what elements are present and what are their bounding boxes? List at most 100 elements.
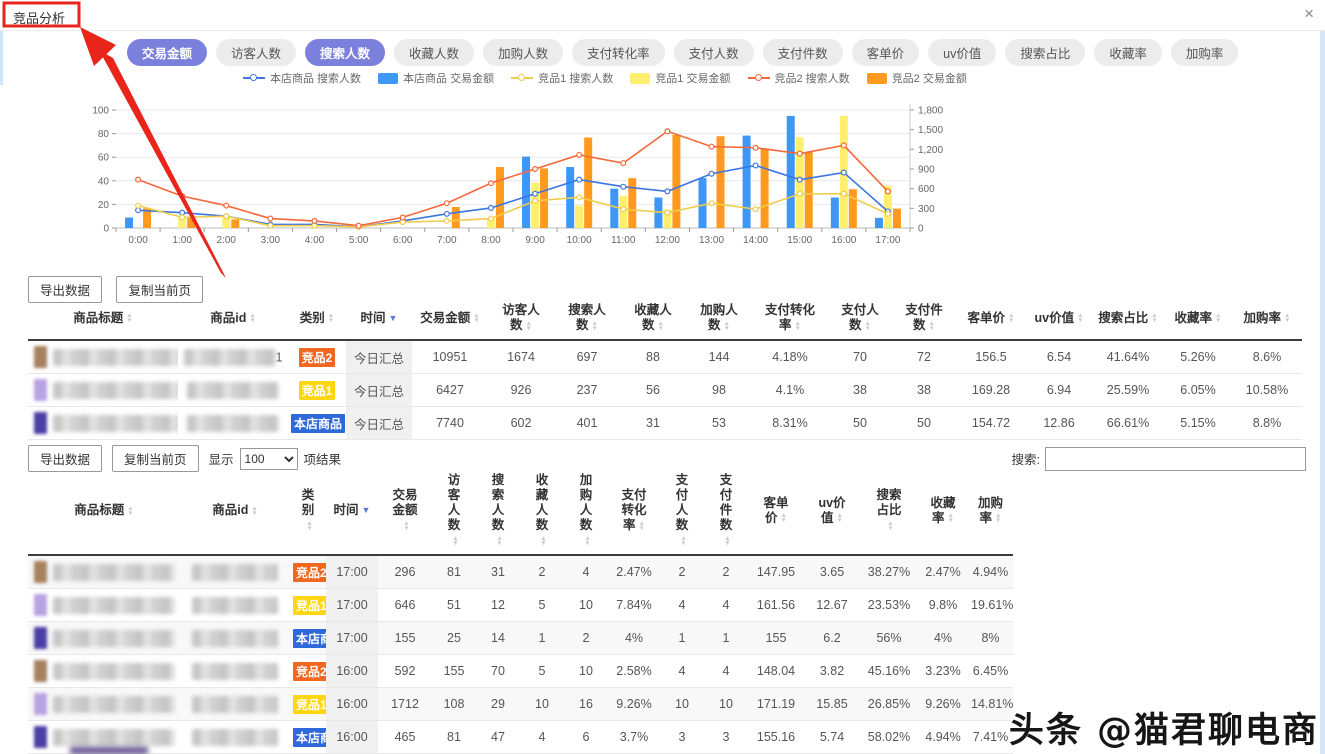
column-header-t2-14[interactable]: 搜索占比▲▼ bbox=[860, 467, 918, 555]
column-header-t1-1[interactable]: 商品id▲▼ bbox=[178, 297, 288, 340]
legend-label: 竞品2 搜索人数 bbox=[775, 70, 850, 86]
close-icon[interactable]: × bbox=[1304, 5, 1314, 23]
sort-icon[interactable]: ▲▼ bbox=[639, 521, 645, 531]
sort-icon[interactable]: ▲▼ bbox=[680, 536, 686, 546]
column-header-t2-8[interactable]: 加购人数▲▼ bbox=[564, 467, 608, 555]
sort-icon[interactable]: ▲▼ bbox=[473, 313, 479, 323]
sort-icon[interactable]: ▲▼ bbox=[1008, 313, 1014, 323]
svg-text:8:00: 8:00 bbox=[481, 235, 501, 246]
sort-icon[interactable]: ▲▼ bbox=[127, 506, 133, 516]
column-header-t2-13[interactable]: uv价值▲▼ bbox=[804, 467, 860, 555]
tab-1[interactable]: 访客人数 bbox=[216, 39, 296, 66]
sort-desc-icon[interactable]: ▼ bbox=[362, 505, 371, 515]
column-header-t1-14[interactable]: 搜索占比▲▼ bbox=[1092, 297, 1164, 340]
column-header-t1-10[interactable]: 支付人数▲▼ bbox=[828, 297, 892, 340]
legend-item-3[interactable]: 竞品1 交易金额 bbox=[630, 70, 730, 86]
line-marker-icon bbox=[243, 77, 265, 79]
column-header-t2-12[interactable]: 客单价▲▼ bbox=[748, 467, 804, 555]
tab-10[interactable]: 搜索占比 bbox=[1005, 39, 1085, 66]
data-cell: 6427 bbox=[412, 374, 488, 407]
product-id-suffix: 1 bbox=[276, 350, 283, 364]
sort-icon[interactable]: ▲▼ bbox=[1077, 313, 1083, 323]
redacted-product-title bbox=[53, 696, 175, 713]
column-header-t2-1[interactable]: 商品id▲▼ bbox=[180, 467, 290, 555]
column-header-t2-4[interactable]: 交易金额▲▼ bbox=[378, 467, 432, 555]
sort-icon[interactable]: ▲▼ bbox=[658, 321, 664, 331]
tab-4[interactable]: 加购人数 bbox=[483, 39, 563, 66]
sort-icon[interactable]: ▲▼ bbox=[526, 321, 532, 331]
sort-icon[interactable]: ▲▼ bbox=[126, 313, 132, 323]
sort-icon[interactable]: ▲▼ bbox=[584, 536, 590, 546]
tab-7[interactable]: 支付件数 bbox=[763, 39, 843, 66]
column-header-t1-12[interactable]: 客单价▲▼ bbox=[956, 297, 1026, 340]
tab-2[interactable]: 搜索人数 bbox=[305, 39, 385, 66]
sort-icon[interactable]: ▲▼ bbox=[837, 513, 843, 523]
scrollbar[interactable] bbox=[1320, 31, 1325, 754]
column-header-t2-7[interactable]: 收藏人数▲▼ bbox=[520, 467, 564, 555]
column-header-t1-15[interactable]: 收藏率▲▼ bbox=[1164, 297, 1232, 340]
column-header-t1-11[interactable]: 支付件数▲▼ bbox=[892, 297, 956, 340]
legend-item-4[interactable]: 竞品2 搜索人数 bbox=[748, 70, 850, 86]
sort-icon[interactable]: ▲▼ bbox=[328, 313, 334, 323]
sort-icon[interactable]: ▲▼ bbox=[887, 521, 893, 531]
tab-6[interactable]: 支付人数 bbox=[674, 39, 754, 66]
column-header-t2-11[interactable]: 支付件数▲▼ bbox=[704, 467, 748, 555]
tab-8[interactable]: 客单价 bbox=[852, 39, 920, 66]
column-header-t2-15[interactable]: 收藏率▲▼ bbox=[918, 467, 968, 555]
sort-icon[interactable]: ▲▼ bbox=[865, 321, 871, 331]
sort-icon[interactable]: ▲▼ bbox=[781, 513, 787, 523]
page-title: 竞品分析 bbox=[13, 8, 65, 27]
sort-icon[interactable]: ▲▼ bbox=[403, 521, 409, 531]
legend-item-5[interactable]: 竞品2 交易金额 bbox=[867, 70, 967, 86]
sort-icon[interactable]: ▲▼ bbox=[929, 321, 935, 331]
sort-icon[interactable]: ▲▼ bbox=[496, 536, 502, 546]
column-header-t1-16[interactable]: 加购率▲▼ bbox=[1232, 297, 1302, 340]
column-header-t2-5[interactable]: 访客人数▲▼ bbox=[432, 467, 476, 555]
column-header-t2-0[interactable]: 商品标题▲▼ bbox=[28, 467, 180, 555]
sort-icon[interactable]: ▲▼ bbox=[452, 536, 458, 546]
sort-icon[interactable]: ▲▼ bbox=[724, 321, 730, 331]
tab-11[interactable]: 收藏率 bbox=[1094, 39, 1162, 66]
sort-icon[interactable]: ▲▼ bbox=[1151, 313, 1157, 323]
column-header-t1-9[interactable]: 支付转化率▲▼ bbox=[752, 297, 828, 340]
legend-item-1[interactable]: 本店商品 交易金额 bbox=[378, 70, 494, 86]
legend-item-2[interactable]: 竞品1 搜索人数 bbox=[511, 70, 613, 86]
column-header-t1-13[interactable]: uv价值▲▼ bbox=[1026, 297, 1092, 340]
sort-icon[interactable]: ▲▼ bbox=[724, 536, 730, 546]
column-header-t1-6[interactable]: 搜索人数▲▼ bbox=[554, 297, 620, 340]
tab-3[interactable]: 收藏人数 bbox=[394, 39, 474, 66]
column-header-t2-10[interactable]: 支付人数▲▼ bbox=[660, 467, 704, 555]
tab-0[interactable]: 交易金额 bbox=[127, 39, 207, 66]
search-input[interactable] bbox=[1045, 447, 1306, 471]
sort-icon[interactable]: ▲▼ bbox=[306, 521, 312, 531]
column-header-t1-0[interactable]: 商品标题▲▼ bbox=[28, 297, 178, 340]
column-header-t2-6[interactable]: 搜索人数▲▼ bbox=[476, 467, 520, 555]
column-header-t2-9[interactable]: 支付转化率▲▼ bbox=[608, 467, 660, 555]
sort-icon[interactable]: ▲▼ bbox=[249, 313, 255, 323]
tab-9[interactable]: uv价值 bbox=[928, 39, 996, 66]
column-header-t1-8[interactable]: 加购人数▲▼ bbox=[686, 297, 752, 340]
column-header-t1-3[interactable]: 时间▼ bbox=[346, 297, 412, 340]
svg-text:0: 0 bbox=[103, 224, 109, 235]
column-header-t1-2[interactable]: 类别▲▼ bbox=[288, 297, 346, 340]
sort-desc-icon[interactable]: ▼ bbox=[389, 313, 398, 323]
data-cell: 56% bbox=[860, 622, 918, 655]
bar-marker-icon bbox=[867, 73, 887, 84]
sort-icon[interactable]: ▲▼ bbox=[948, 513, 954, 523]
column-header-t1-4[interactable]: 交易金额▲▼ bbox=[412, 297, 488, 340]
sort-icon[interactable]: ▲▼ bbox=[251, 506, 257, 516]
sort-icon[interactable]: ▲▼ bbox=[592, 321, 598, 331]
sort-icon[interactable]: ▲▼ bbox=[1284, 313, 1290, 323]
column-header-t2-2[interactable]: 类别▲▼ bbox=[290, 467, 326, 555]
sort-icon[interactable]: ▲▼ bbox=[795, 321, 801, 331]
sort-icon[interactable]: ▲▼ bbox=[995, 513, 1001, 523]
tab-5[interactable]: 支付转化率 bbox=[572, 39, 665, 66]
column-header-t2-16[interactable]: 加购率▲▼ bbox=[968, 467, 1013, 555]
column-header-t2-3[interactable]: 时间▼ bbox=[326, 467, 378, 555]
column-header-t1-7[interactable]: 收藏人数▲▼ bbox=[620, 297, 686, 340]
legend-item-0[interactable]: 本店商品 搜索人数 bbox=[243, 70, 361, 86]
tab-12[interactable]: 加购率 bbox=[1171, 39, 1239, 66]
sort-icon[interactable]: ▲▼ bbox=[540, 536, 546, 546]
column-header-t1-5[interactable]: 访客人数▲▼ bbox=[488, 297, 554, 340]
sort-icon[interactable]: ▲▼ bbox=[1215, 313, 1221, 323]
